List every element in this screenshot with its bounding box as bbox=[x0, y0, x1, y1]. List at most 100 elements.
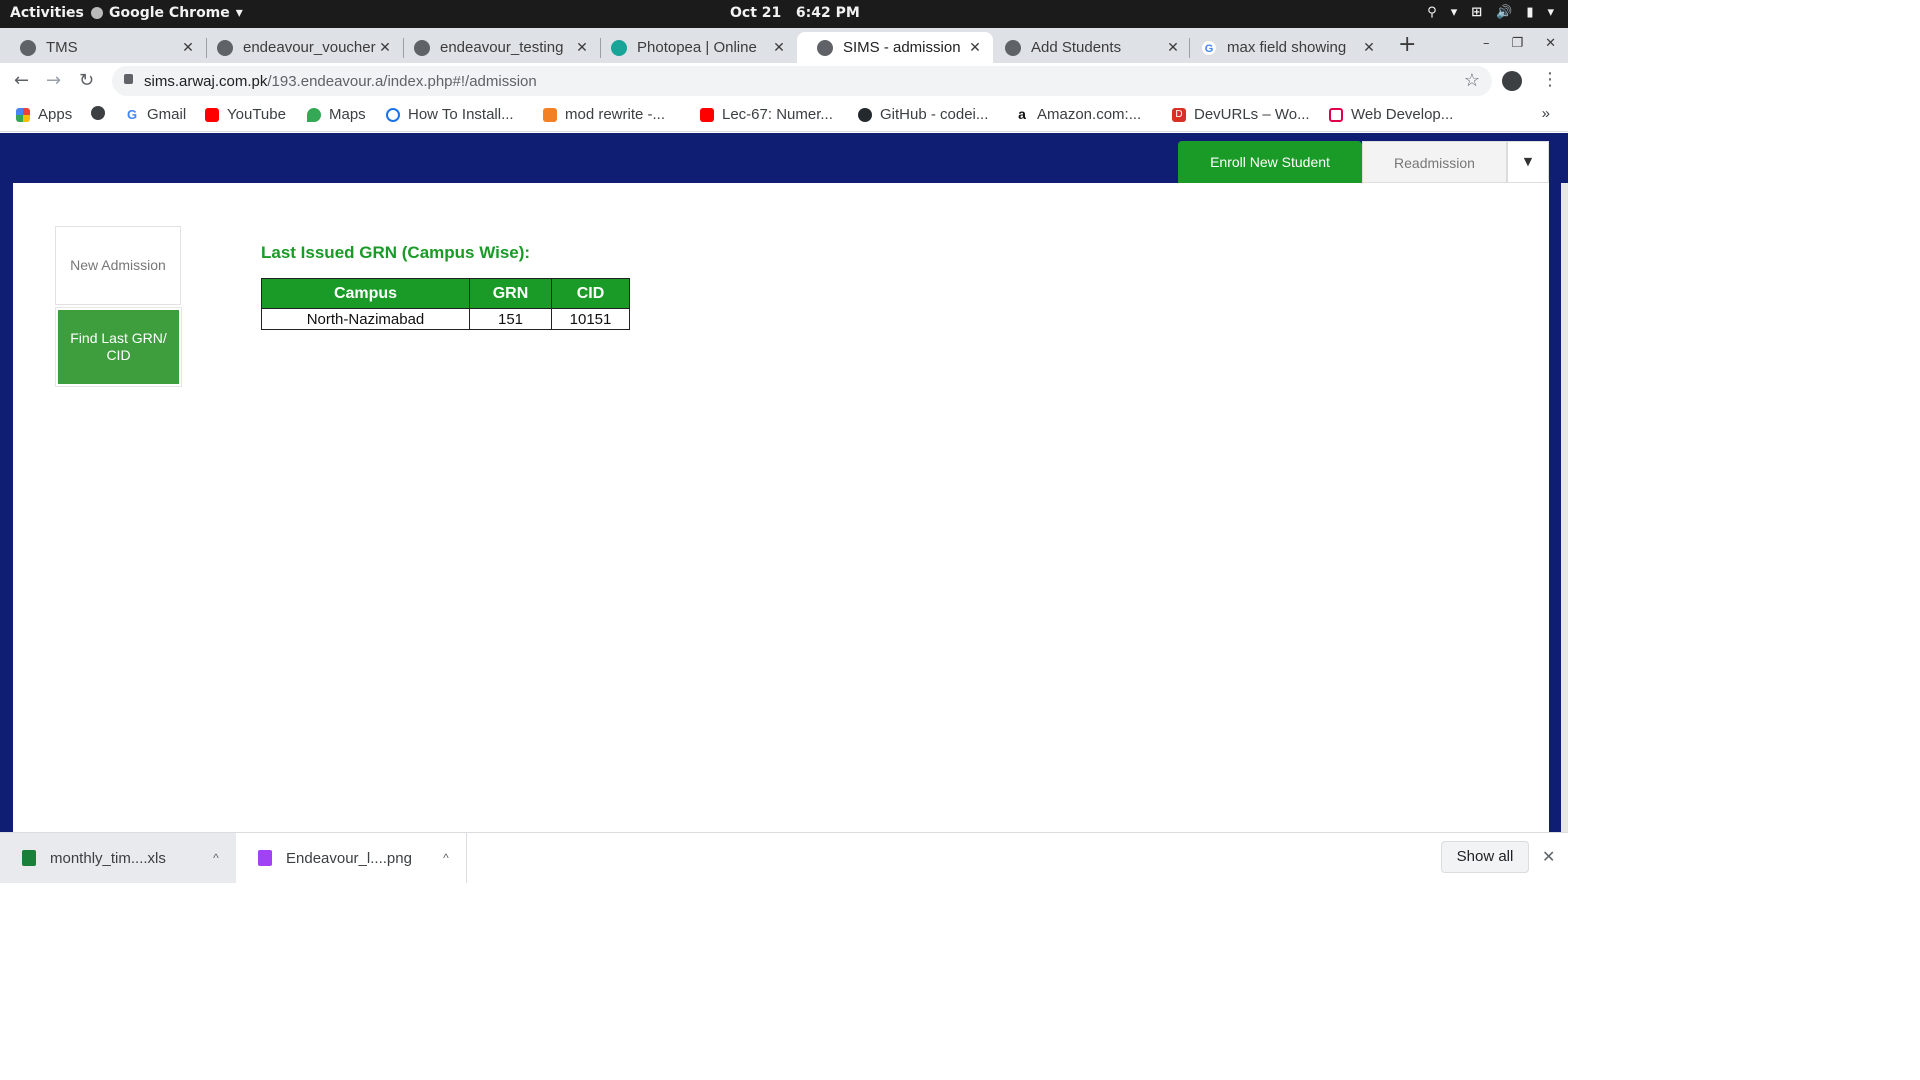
globe-icon bbox=[1005, 39, 1021, 56]
accessibility-icon[interactable]: ⚲ bbox=[1427, 5, 1437, 20]
table-row: North-Nazimabad 151 10151 bbox=[261, 308, 630, 330]
new-tab-button[interactable]: + bbox=[1398, 32, 1416, 57]
minimize-icon[interactable]: – bbox=[1483, 36, 1490, 51]
url-text[interactable]: sims.arwaj.com.pk/193.endeavour.a/index.… bbox=[144, 73, 537, 90]
url-path: /193.endeavour.a/index.php#!/admission bbox=[267, 73, 537, 90]
new-admission-button[interactable]: New Admission bbox=[55, 226, 181, 305]
chevron-up-icon[interactable]: ^ bbox=[196, 851, 236, 865]
tab-google-search[interactable]: G max field showing ✕ bbox=[1181, 32, 1387, 63]
close-icon[interactable]: ✕ bbox=[180, 39, 196, 56]
bookmark-label: Web Develop... bbox=[1351, 106, 1454, 123]
bookmark-web-develop[interactable]: Web Develop... bbox=[1329, 106, 1453, 123]
google-icon: G bbox=[1201, 39, 1217, 56]
cell-campus: North-Nazimabad bbox=[261, 308, 470, 330]
chevron-down-icon[interactable]: ▾ bbox=[1547, 5, 1554, 20]
bookmarks-overflow-icon[interactable]: » bbox=[1542, 105, 1550, 122]
bookmark-maps[interactable]: Maps bbox=[307, 106, 366, 123]
tab-add-students[interactable]: Add Students ✕ bbox=[985, 32, 1191, 63]
bookmark-gmail[interactable]: G Gmail bbox=[125, 106, 186, 123]
chevron-up-icon[interactable]: ^ bbox=[426, 851, 466, 865]
globe-icon bbox=[817, 39, 833, 56]
profile-avatar-icon[interactable] bbox=[1502, 71, 1522, 91]
bookmark-label: Apps bbox=[38, 106, 73, 123]
tab-title: endeavour_testing bbox=[440, 39, 564, 56]
find-last-grn-cid-button[interactable]: Find Last GRN/ CID bbox=[58, 310, 179, 384]
close-icon[interactable]: ✕ bbox=[574, 39, 590, 56]
tab-title: max field showing bbox=[1227, 39, 1347, 56]
reload-icon[interactable]: ↻ bbox=[79, 70, 94, 91]
amazon-icon: a bbox=[1015, 107, 1029, 122]
forward-arrow-icon[interactable]: → bbox=[46, 70, 61, 91]
download-item[interactable]: Endeavour_l....png ^ bbox=[236, 833, 467, 883]
bookmark-devurls[interactable]: D DevURLs – Wo... bbox=[1172, 106, 1310, 123]
network-icon[interactable]: ⊞ bbox=[1471, 5, 1482, 20]
tab-sims-admission[interactable]: SIMS - admission ✕ bbox=[797, 32, 993, 63]
close-icon[interactable]: ✕ bbox=[1542, 847, 1555, 867]
close-icon[interactable]: ✕ bbox=[771, 39, 787, 56]
clock[interactable]: Oct 21 6:42 PM bbox=[730, 5, 860, 21]
chevron-down-icon[interactable]: ▾ bbox=[1451, 5, 1458, 20]
globe-icon bbox=[91, 106, 105, 120]
bookmark-apps[interactable]: Apps bbox=[16, 106, 72, 123]
bookmark-how-to-install[interactable]: How To Install... bbox=[386, 106, 514, 123]
github-icon bbox=[858, 107, 872, 122]
photopea-icon bbox=[611, 39, 627, 56]
battery-icon[interactable]: ▮ bbox=[1526, 5, 1533, 20]
volume-icon[interactable]: 🔊 bbox=[1496, 5, 1512, 20]
bookmark-label: GitHub - codei... bbox=[880, 106, 989, 123]
tab-title: endeavour_voucher bbox=[243, 39, 376, 56]
bookmark-lec-67[interactable]: Lec-67: Numer... bbox=[700, 106, 833, 123]
scrollbar[interactable] bbox=[1561, 183, 1568, 832]
column-header-grn: GRN bbox=[469, 278, 552, 309]
bookmark-mod-rewrite[interactable]: mod rewrite -... bbox=[543, 106, 665, 123]
grn-heading: Last Issued GRN (Campus Wise): bbox=[261, 243, 531, 262]
bookmark-label: Maps bbox=[329, 106, 366, 123]
address-bar[interactable]: sims.arwaj.com.pk/193.endeavour.a/index.… bbox=[112, 66, 1492, 96]
lock-icon[interactable] bbox=[124, 74, 133, 84]
close-window-icon[interactable]: ✕ bbox=[1545, 36, 1556, 51]
back-arrow-icon[interactable]: ← bbox=[14, 70, 29, 91]
system-tray[interactable]: ⚲ ▾ ⊞ 🔊 ▮ ▾ bbox=[1427, 5, 1554, 20]
bookmark-amazon[interactable]: a Amazon.com:... bbox=[1015, 106, 1141, 123]
bookmark-label: DevURLs – Wo... bbox=[1194, 106, 1310, 123]
globe-icon bbox=[414, 39, 430, 56]
close-icon[interactable]: ✕ bbox=[377, 39, 393, 56]
spreadsheet-icon bbox=[22, 850, 36, 866]
tab-title: SIMS - admission bbox=[843, 39, 961, 56]
close-icon[interactable]: ✕ bbox=[1361, 39, 1377, 56]
bookmark-globe[interactable] bbox=[91, 106, 113, 120]
tab-endeavour-voucher[interactable]: endeavour_voucher ✕ bbox=[197, 32, 403, 63]
find-last-label: Find Last GRN/ CID bbox=[70, 330, 167, 363]
tab-title: Photopea | Online bbox=[637, 39, 757, 56]
tab-endeavour-testing[interactable]: endeavour_testing ✕ bbox=[394, 32, 600, 63]
tab-title: TMS bbox=[46, 39, 78, 56]
enroll-new-student-tab[interactable]: Enroll New Student bbox=[1178, 141, 1362, 183]
bookmark-github[interactable]: GitHub - codei... bbox=[858, 106, 988, 123]
bookmark-youtube[interactable]: YouTube bbox=[205, 106, 286, 123]
show-all-downloads-button[interactable]: Show all bbox=[1441, 841, 1529, 873]
browser-toolbar: ← → ↻ sims.arwaj.com.pk/193.endeavour.a/… bbox=[0, 63, 1568, 99]
bookmark-label: Amazon.com:... bbox=[1037, 106, 1142, 123]
web-page: Enroll New Student Readmission ▼ New Adm… bbox=[0, 133, 1568, 832]
table-header-row: Campus GRN CID bbox=[261, 278, 630, 309]
url-host: sims.arwaj.com.pk bbox=[144, 73, 268, 90]
tab-tms[interactable]: TMS ✕ bbox=[0, 32, 206, 63]
close-icon[interactable]: ✕ bbox=[1165, 39, 1181, 56]
chevron-down-icon: ▾ bbox=[235, 5, 243, 21]
activities-button[interactable]: Activities bbox=[10, 5, 84, 21]
bookmarks-bar: Apps G Gmail YouTube Maps How To Install.… bbox=[0, 99, 1568, 132]
devurls-icon: D bbox=[1172, 107, 1186, 122]
bookmark-star-icon[interactable]: ☆ bbox=[1464, 70, 1480, 91]
caret-down-icon: ▼ bbox=[1523, 155, 1533, 168]
restore-icon[interactable]: ❐ bbox=[1511, 36, 1523, 51]
site-icon bbox=[1329, 107, 1343, 122]
system-top-bar: Activities Google Chrome ▾ Oct 21 6:42 P… bbox=[0, 0, 1568, 28]
close-icon[interactable]: ✕ bbox=[967, 39, 983, 56]
app-menu[interactable]: Google Chrome ▾ bbox=[91, 5, 243, 21]
chrome-menu-icon[interactable]: ⋮ bbox=[1541, 69, 1559, 90]
tab-photopea[interactable]: Photopea | Online ✕ bbox=[591, 32, 797, 63]
readmission-tab[interactable]: Readmission bbox=[1362, 141, 1507, 183]
youtube-icon bbox=[700, 107, 714, 122]
more-options-dropdown[interactable]: ▼ bbox=[1507, 141, 1549, 183]
download-item[interactable]: monthly_tim....xls ^ bbox=[0, 833, 236, 883]
